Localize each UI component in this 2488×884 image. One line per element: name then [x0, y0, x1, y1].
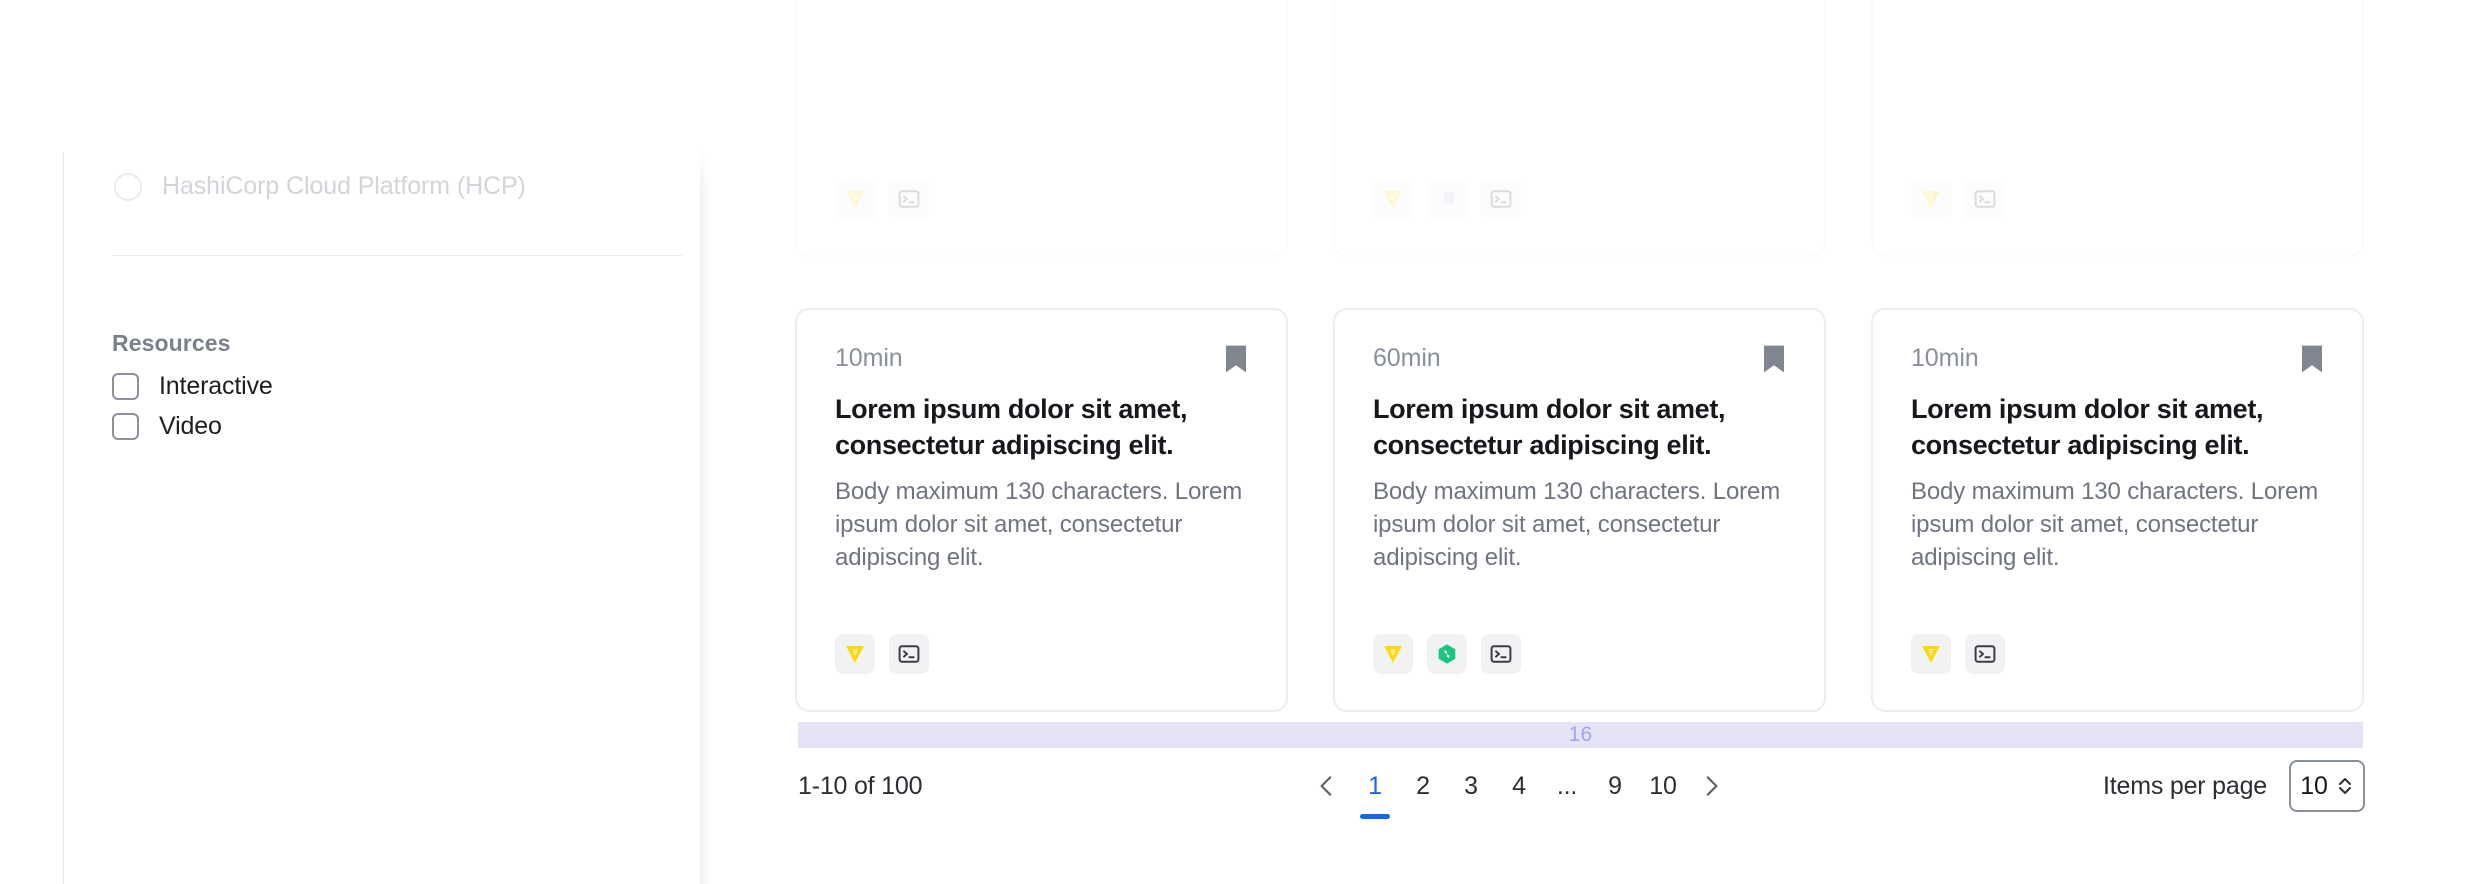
- terminal-icon: [1481, 634, 1521, 674]
- scroll-hint-label: 16: [1568, 723, 1593, 746]
- results-grid: 10min Lorem ipsum dolor sit amet, consec…: [795, 0, 2365, 884]
- bookmark-icon[interactable]: [1224, 344, 1248, 374]
- scroll-hint-band: 16: [798, 722, 2363, 748]
- items-per-page-label: Items per page: [2103, 771, 2267, 800]
- vault-icon: [835, 179, 875, 219]
- card-product-badges: [835, 179, 929, 219]
- items-per-page: Items per page 10: [2103, 760, 2365, 812]
- chevron-right-icon[interactable]: [1687, 762, 1735, 810]
- result-card[interactable]: [1871, 0, 2364, 257]
- results-row-current: 10min Lorem ipsum dolor sit amet, consec…: [795, 308, 2365, 712]
- sidebar-divider: [112, 255, 682, 256]
- card-product-badges: [1911, 179, 2005, 219]
- pagination-page-10[interactable]: 10: [1639, 762, 1687, 810]
- nomad-icon: [1427, 634, 1467, 674]
- filter-sidebar: HashiCorp Cloud Platform (HCP) Resources…: [64, 152, 682, 884]
- pagination-page-9[interactable]: 9: [1591, 762, 1639, 810]
- vault-icon: [1373, 634, 1413, 674]
- filter-option-interactive-label: Interactive: [159, 372, 273, 400]
- result-card[interactable]: 60min Lorem ipsum dolor sit amet, consec…: [1333, 308, 1826, 712]
- card-description: Body maximum 130 characters. Lorem ipsum…: [835, 477, 1243, 571]
- chevron-left-icon[interactable]: [1303, 762, 1351, 810]
- items-per-page-select[interactable]: 10: [2289, 760, 2365, 812]
- checkbox-icon[interactable]: [112, 413, 139, 440]
- card-header: 60min: [1373, 344, 1786, 378]
- filter-option-video[interactable]: Video: [112, 412, 222, 441]
- vault-icon: [835, 634, 875, 674]
- items-per-page-value: 10: [2300, 771, 2328, 800]
- terminal-icon: [1965, 179, 2005, 219]
- filter-option-video-label: Video: [159, 412, 222, 440]
- card-duration: 60min: [1373, 344, 1441, 372]
- results-row-previous: [795, 0, 2365, 257]
- page-root: HashiCorp Cloud Platform (HCP) Resources…: [0, 0, 2488, 884]
- card-description: Body maximum 130 characters. Lorem ipsum…: [1911, 477, 2319, 571]
- pagination-page-1[interactable]: 1: [1351, 762, 1399, 810]
- terminal-icon: [1481, 179, 1521, 219]
- card-duration: 10min: [1911, 344, 1979, 372]
- pagination-ellipsis: ...: [1556, 771, 1578, 800]
- card-title: Lorem ipsum dolor sit amet, consectetur …: [1373, 394, 1726, 460]
- vault-icon: [1373, 179, 1413, 219]
- pagination-controls: 1 2 3 4 ... 9 10: [1303, 762, 1735, 810]
- result-card[interactable]: [795, 0, 1288, 257]
- card-product-badges: [835, 634, 929, 674]
- filter-group-title-resources: Resources: [112, 330, 231, 356]
- card-product-badges: [1911, 634, 2005, 674]
- result-card[interactable]: [1333, 0, 1826, 257]
- terminal-icon: [1965, 634, 2005, 674]
- chevron-up-down-icon: [2338, 778, 2351, 794]
- pagination-summary: 1-10 of 100: [798, 772, 923, 800]
- bookmark-icon[interactable]: [2300, 344, 2324, 374]
- card-description: Body maximum 130 characters. Lorem ipsum…: [1373, 477, 1781, 571]
- result-card[interactable]: 10min Lorem ipsum dolor sit amet, consec…: [1871, 308, 2364, 712]
- filter-option-hcp[interactable]: HashiCorp Cloud Platform (HCP): [114, 172, 526, 201]
- filter-option-hcp-label: HashiCorp Cloud Platform (HCP): [162, 172, 526, 200]
- card-product-badges: [1373, 634, 1521, 674]
- pane-divider-fade: [700, 150, 710, 190]
- terraform-icon: [1427, 179, 1467, 219]
- vault-icon: [1911, 179, 1951, 219]
- card-product-badges: [1373, 179, 1521, 219]
- pagination-page-4[interactable]: 4: [1495, 762, 1543, 810]
- card-duration: 10min: [835, 344, 903, 372]
- result-card[interactable]: 10min Lorem ipsum dolor sit amet, consec…: [795, 308, 1288, 712]
- card-header: 10min: [835, 344, 1248, 378]
- pagination-page-3[interactable]: 3: [1447, 762, 1495, 810]
- card-title: Lorem ipsum dolor sit amet, consectetur …: [835, 394, 1188, 460]
- filter-option-interactive[interactable]: Interactive: [112, 372, 273, 401]
- bookmark-icon[interactable]: [1762, 344, 1786, 374]
- card-header: 10min: [1911, 344, 2324, 378]
- terminal-icon: [889, 634, 929, 674]
- radio-icon[interactable]: [114, 172, 142, 201]
- terminal-icon: [889, 179, 929, 219]
- pane-divider-shadow: [700, 150, 710, 884]
- pagination-bar: 1-10 of 100 1 2 3 4 ... 9 10 Items per p…: [795, 760, 2365, 814]
- pagination-page-2[interactable]: 2: [1399, 762, 1447, 810]
- card-title: Lorem ipsum dolor sit amet, consectetur …: [1911, 394, 2264, 460]
- vault-icon: [1911, 634, 1951, 674]
- checkbox-icon[interactable]: [112, 373, 139, 400]
